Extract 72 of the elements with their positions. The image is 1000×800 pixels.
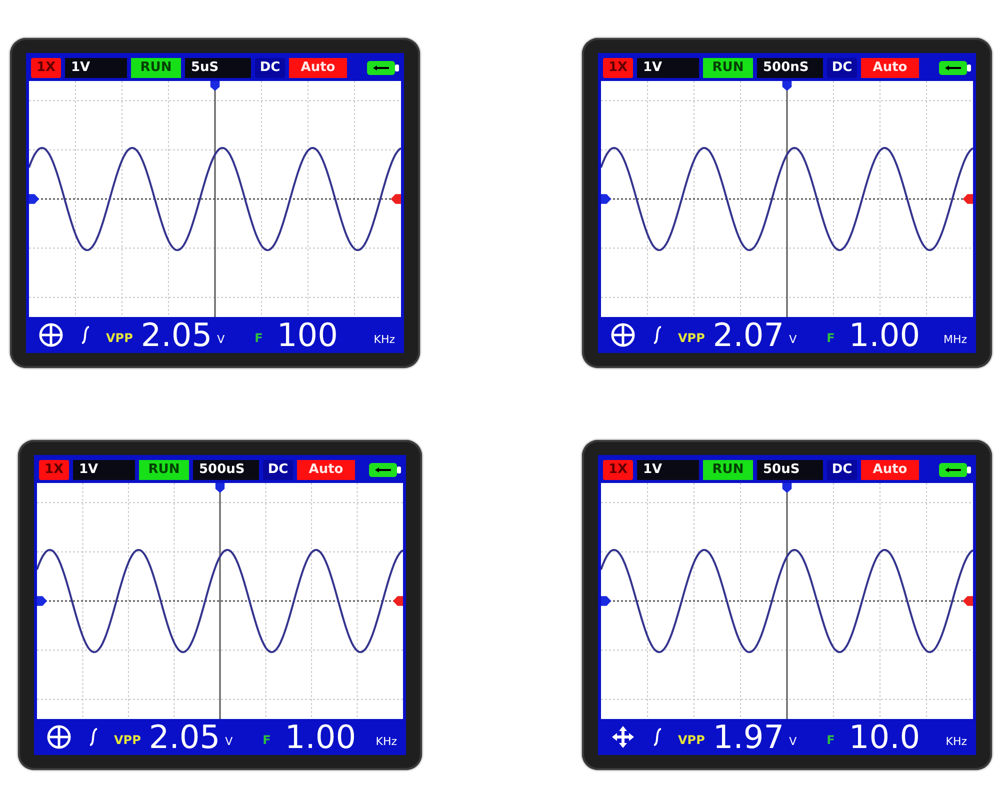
time-per-division: 50uS: [757, 460, 823, 480]
top-marker-icon: [782, 483, 792, 493]
frequency-unit: MHz: [943, 332, 967, 346]
vpp-unit: V: [789, 734, 797, 748]
frequency-value: 10.0: [848, 719, 920, 755]
frequency-label: F: [826, 733, 835, 747]
crosshair-icon: [611, 323, 635, 347]
coupling-mode: DC: [827, 58, 857, 78]
time-per-division: 500nS: [757, 58, 823, 78]
probe-setting: 1X: [39, 460, 69, 480]
frequency-value: 1.00: [848, 317, 920, 353]
run-status: RUN: [131, 58, 181, 78]
vpp-unit: V: [789, 332, 797, 346]
right-marker-icon: [392, 596, 403, 606]
run-status: RUN: [703, 460, 753, 480]
vpp-label: VPP: [678, 331, 705, 345]
vpp-unit: V: [225, 734, 233, 748]
rising-edge-icon: [81, 326, 90, 344]
left-marker-icon: [37, 596, 48, 606]
frequency-label: F: [826, 331, 835, 345]
run-status: RUN: [703, 58, 753, 78]
coupling-mode: DC: [255, 58, 285, 78]
left-marker-icon: [29, 194, 40, 204]
vpp-value: 1.97: [712, 719, 784, 755]
vpp-value: 2.07: [712, 317, 784, 353]
frequency-value: 1.00: [284, 719, 356, 755]
right-marker-icon: [962, 596, 973, 606]
top-marker-icon: [782, 81, 792, 91]
vpp-unit: V: [217, 332, 225, 346]
coupling-mode: DC: [827, 460, 857, 480]
trigger-mode: Auto: [297, 460, 355, 480]
probe-setting: 1X: [603, 460, 633, 480]
run-status: RUN: [139, 460, 189, 480]
volts-per-division: 1V: [637, 58, 699, 78]
frequency-unit: KHz: [376, 734, 397, 748]
rising-edge-icon: [653, 728, 662, 746]
right-marker-icon: [390, 194, 401, 204]
rising-edge-icon: [653, 326, 662, 344]
top-marker-icon: [210, 81, 220, 91]
probe-setting: 1X: [603, 58, 633, 78]
vpp-value: 2.05: [148, 719, 220, 755]
frequency-unit: KHz: [946, 734, 967, 748]
move-arrows-icon: [611, 725, 635, 749]
top-marker-icon: [215, 483, 225, 493]
left-marker-icon: [601, 194, 612, 204]
trigger-mode: Auto: [289, 58, 347, 78]
frequency-label: F: [262, 733, 271, 747]
battery-icon: [367, 60, 399, 76]
battery-icon: [939, 60, 971, 76]
left-marker-icon: [601, 596, 612, 606]
crosshair-icon: [39, 323, 63, 347]
frequency-unit: KHz: [374, 332, 395, 346]
crosshair-icon: [47, 725, 71, 749]
battery-icon: [369, 462, 401, 478]
vpp-label: VPP: [114, 733, 141, 747]
coupling-mode: DC: [263, 460, 293, 480]
rising-edge-icon: [89, 728, 98, 746]
volts-per-division: 1V: [65, 58, 127, 78]
trigger-mode: Auto: [861, 460, 919, 480]
vpp-value: 2.05: [140, 317, 212, 353]
right-marker-icon: [962, 194, 973, 204]
probe-setting: 1X: [31, 58, 61, 78]
time-per-division: 5uS: [185, 58, 251, 78]
volts-per-division: 1V: [73, 460, 135, 480]
trigger-mode: Auto: [861, 58, 919, 78]
frequency-label: F: [254, 331, 263, 345]
battery-icon: [939, 462, 971, 478]
volts-per-division: 1V: [637, 460, 699, 480]
frequency-value: 100: [276, 317, 338, 353]
vpp-label: VPP: [106, 331, 133, 345]
vpp-label: VPP: [678, 733, 705, 747]
time-per-division: 500uS: [193, 460, 259, 480]
